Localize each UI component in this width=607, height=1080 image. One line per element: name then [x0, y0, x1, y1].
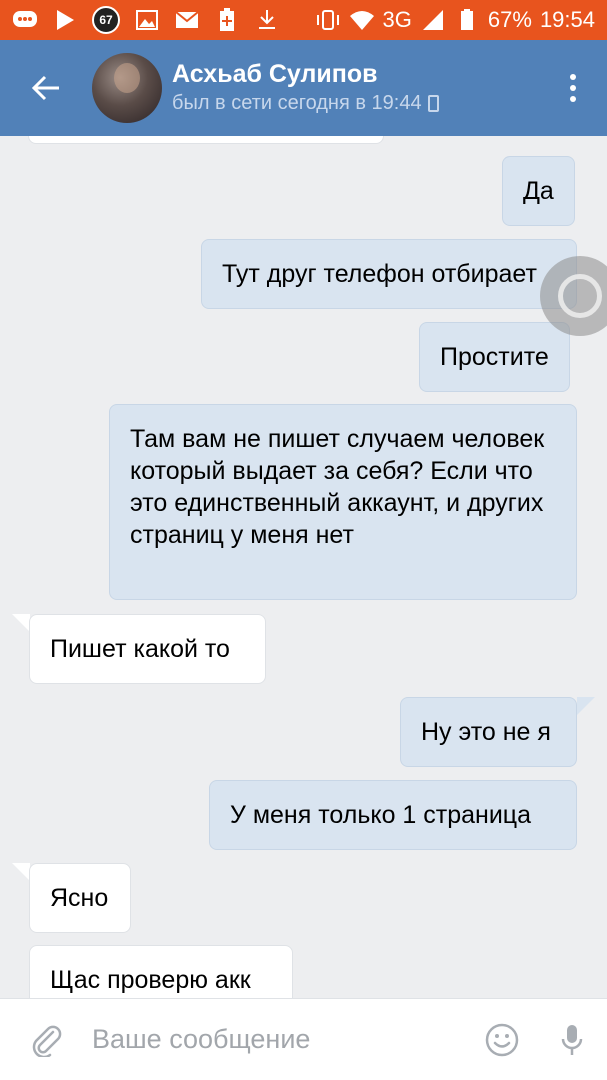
message-out[interactable]: Ну это не я	[400, 697, 577, 767]
battery-plus-icon	[214, 8, 240, 31]
message-composer	[0, 998, 607, 1080]
message-input[interactable]	[92, 1024, 467, 1055]
smiley-icon	[485, 1023, 519, 1056]
back-button[interactable]	[0, 40, 92, 136]
message-in[interactable]: Щас проверю акк	[29, 945, 293, 998]
dot	[570, 96, 576, 102]
play-store-icon	[52, 9, 78, 31]
bubble-tail	[12, 863, 30, 881]
message-out[interactable]: Да	[502, 156, 575, 226]
floating-ring	[558, 274, 602, 318]
image-icon	[134, 9, 160, 31]
bubble-tail	[12, 614, 30, 632]
last-seen-status: был в сети сегодня в 19:44	[172, 89, 439, 117]
signal-icon	[420, 9, 446, 31]
microphone-icon	[561, 1024, 583, 1055]
mobile-icon	[427, 94, 439, 112]
mail-icon	[174, 9, 200, 31]
last-seen-text: был в сети сегодня в 19:44	[172, 92, 422, 114]
message-out[interactable]: У меня только 1 страница	[209, 780, 577, 850]
status-bar: 67 3G 67% 19:54	[0, 0, 607, 40]
battery-level: 67%	[487, 7, 532, 32]
notification-icons: 67	[12, 6, 280, 34]
battery-icon	[454, 9, 480, 31]
attach-button[interactable]	[0, 1023, 92, 1057]
message-out[interactable]: Простите	[419, 322, 570, 392]
partial-message-bubble	[28, 136, 384, 144]
message-out[interactable]: Там вам не пишет случаем человек который…	[109, 404, 577, 600]
avatar[interactable]	[92, 53, 162, 123]
dot	[570, 74, 576, 80]
download-icon	[254, 9, 280, 31]
clock: 19:54	[539, 7, 595, 32]
bubble-tail	[577, 697, 595, 715]
chat-header: Асхьаб Сулипов был в сети сегодня в 19:4…	[0, 40, 607, 136]
vibrate-icon	[315, 9, 341, 31]
message-list[interactable]: Да Тут друг телефон отбирает Простите Та…	[0, 136, 607, 998]
voice-message-button[interactable]	[537, 1024, 607, 1056]
contact-info[interactable]: Асхьаб Сулипов был в сети сегодня в 19:4…	[172, 59, 439, 117]
sticker-button[interactable]	[467, 1023, 537, 1057]
message-in[interactable]: Пишет какой то	[29, 614, 266, 684]
paperclip-icon	[32, 1025, 62, 1057]
dot	[570, 85, 576, 91]
contact-name: Асхьаб Сулипов	[172, 60, 378, 88]
message-out[interactable]: Тут друг телефон отбирает	[201, 239, 577, 309]
system-status: 3G 67% 19:54	[315, 7, 595, 33]
more-options-button[interactable]	[539, 40, 607, 136]
chat-notification-icon	[12, 9, 38, 31]
network-type: 3G	[382, 7, 412, 32]
message-in[interactable]: Ясно	[29, 863, 131, 933]
notification-badge: 67	[92, 6, 120, 34]
arrow-left-icon	[31, 75, 59, 101]
wifi-icon	[349, 9, 375, 31]
